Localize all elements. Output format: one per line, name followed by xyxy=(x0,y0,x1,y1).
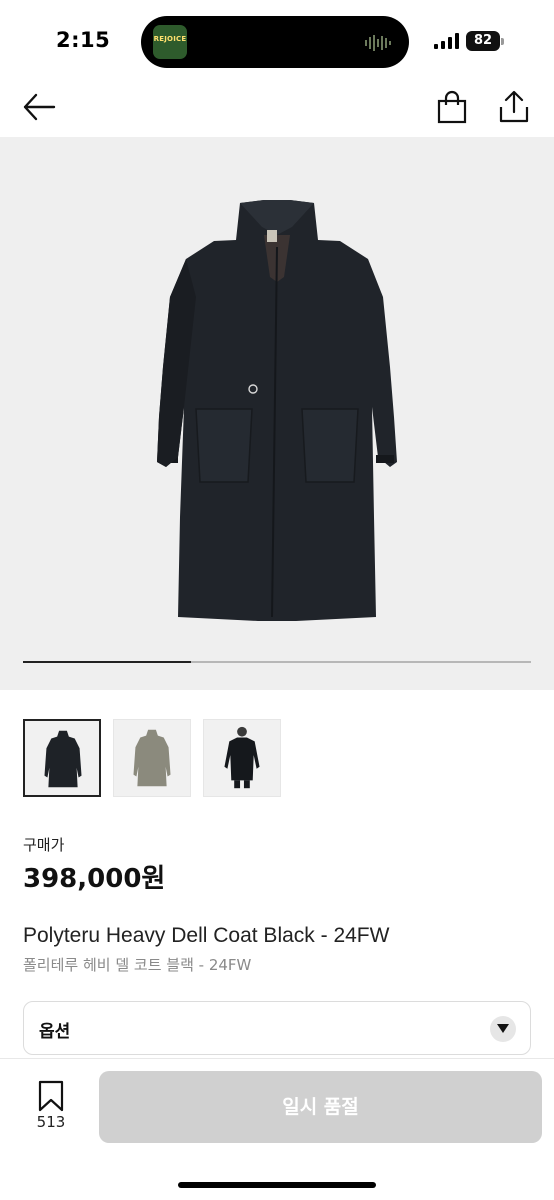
thumbnail-strip xyxy=(23,719,323,799)
arrow-left-icon[interactable] xyxy=(22,92,56,122)
home-indicator[interactable] xyxy=(178,1182,376,1188)
price-label: 구매가 xyxy=(23,836,65,854)
carousel-progress-fill xyxy=(23,661,191,663)
cellular-signal-icon xyxy=(434,33,459,49)
share-icon[interactable] xyxy=(498,90,530,124)
nav-bar xyxy=(0,80,554,136)
bottom-bar-divider xyxy=(0,1058,554,1059)
price-value: 398,000원 xyxy=(23,864,166,894)
status-time: 2:15 xyxy=(56,28,111,52)
thumbnail-3[interactable] xyxy=(203,719,281,797)
shopping-bag-icon[interactable] xyxy=(437,90,467,124)
product-subtitle: 폴리테루 헤비 델 코트 블랙 - 24FW xyxy=(23,956,252,974)
coat-worn-thumbnail-image xyxy=(224,726,260,789)
option-select[interactable]: 옵션 xyxy=(23,1001,531,1055)
bookmark-icon xyxy=(38,1080,64,1112)
product-image-carousel[interactable] xyxy=(0,137,554,690)
product-title: Polyteru Heavy Dell Coat Black - 24FW xyxy=(23,924,390,947)
battery-icon: 82 xyxy=(466,31,504,51)
audio-waveform-icon xyxy=(365,35,391,51)
coat-black-thumbnail-image xyxy=(44,730,82,788)
dynamic-island: REJOICE xyxy=(141,16,409,68)
bookmark-count: 513 xyxy=(36,1113,66,1131)
thumbnail-2[interactable] xyxy=(113,719,191,797)
product-image xyxy=(157,200,397,621)
battery-level: 82 xyxy=(466,31,500,51)
carousel-progress-track xyxy=(23,661,531,663)
now-playing-app-icon: REJOICE xyxy=(153,25,187,59)
sold-out-button[interactable]: 일시 품절 xyxy=(99,1071,542,1143)
status-bar: 2:15 REJOICE 82 xyxy=(0,0,554,80)
thumbnail-1[interactable] xyxy=(23,719,101,797)
coat-olive-thumbnail-image xyxy=(133,729,171,787)
chevron-down-icon xyxy=(490,1016,516,1042)
bookmark-button[interactable]: 513 xyxy=(27,1080,75,1134)
option-label: 옵션 xyxy=(39,1022,71,1042)
